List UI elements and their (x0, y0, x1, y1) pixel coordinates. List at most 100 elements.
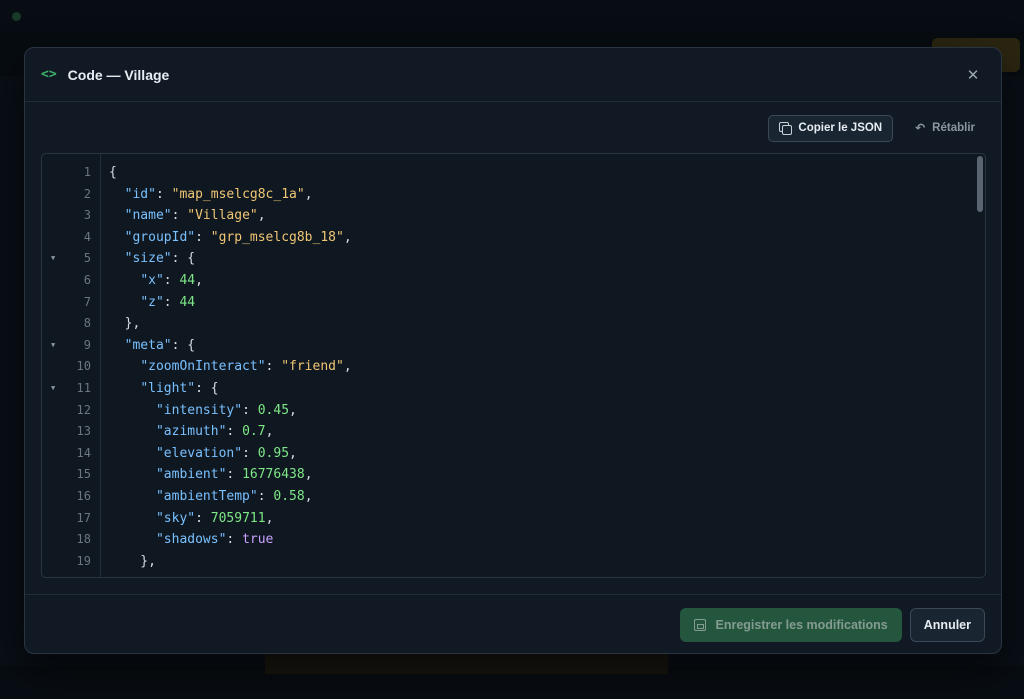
code-token: : (195, 229, 211, 245)
code-token: "intensity" (155, 402, 243, 418)
code-line: "meta": { (109, 335, 985, 357)
fold-arrow-icon[interactable]: ▼ (51, 248, 55, 270)
code-line: "groupId": "grp_mselcg8b_18", (109, 227, 985, 249)
code-line: }, (109, 551, 985, 573)
copy-json-button[interactable]: Copier le JSON (768, 114, 894, 142)
code-token: , (343, 359, 352, 375)
code-token: : (163, 294, 180, 310)
code-token: "shadows" (155, 532, 227, 548)
code-token: "sky" (155, 510, 196, 526)
copy-icon (779, 122, 793, 135)
save-changes-button[interactable]: Enregistrer les modifications (680, 607, 902, 642)
code-token: "z" (140, 294, 164, 310)
line-number-text: 10 (76, 359, 91, 374)
code-token: : (242, 402, 258, 418)
json-code-editor[interactable]: 1 2 3 4 ▼ 5 6 7 8 ▼ 9 10 ▼ 11 12 13 14 15 16 17 18 19 { "id":… (41, 153, 986, 578)
save-icon (694, 618, 707, 631)
code-line: "light": { (109, 378, 985, 400)
code-line: "azimuth": 0.7, (109, 421, 985, 443)
code-icon: <> (41, 67, 57, 82)
code-token: "Village" (187, 208, 258, 224)
line-number: ▼ 5 (42, 248, 100, 270)
line-number-text: 11 (76, 380, 91, 395)
code-token: 0.58 (273, 488, 305, 504)
undo-icon: ↶ (915, 121, 926, 135)
close-icon: ✕ (966, 66, 980, 84)
code-token: "elevation" (155, 445, 243, 461)
line-number: 14 (42, 443, 100, 465)
code-token: , (289, 402, 297, 418)
fold-arrow-icon[interactable]: ▼ (51, 378, 55, 400)
code-modal: <> Code — Village ✕ Copier le JSON ↶ Rét… (24, 47, 1002, 654)
code-token: 0.7 (242, 424, 266, 440)
code-token: , (289, 445, 297, 461)
code-content[interactable]: { "id": "map_mselcg8c_1a", "name": "Vill… (101, 154, 985, 577)
code-token: 16776438 (242, 467, 305, 483)
code-line: }, (109, 313, 985, 335)
line-number: 4 (42, 227, 100, 249)
code-token: }, (109, 316, 141, 332)
line-number-text: 1 (83, 165, 91, 179)
line-number: 17 (42, 508, 100, 530)
code-token: : (242, 445, 258, 461)
code-line: "intensity": 0.45, (109, 400, 985, 422)
code-token: "azimuth" (155, 424, 227, 440)
line-number-text: 9 (83, 337, 91, 352)
code-line: "size": { (109, 248, 985, 270)
line-number: 19 (42, 551, 100, 573)
code-line: "name": "Village", (109, 205, 985, 227)
code-token: 7059711 (210, 510, 266, 526)
line-number-text: 15 (76, 467, 91, 482)
code-line: "ambient": 16776438, (109, 464, 985, 486)
cancel-button[interactable]: Annuler (909, 607, 985, 642)
code-token: : (226, 532, 243, 548)
code-line: "sky": 7059711, (109, 508, 985, 530)
line-number-text: 17 (76, 510, 91, 525)
code-token: : (195, 510, 211, 526)
code-token: "x" (140, 272, 164, 288)
copy-json-label: Copier le JSON (798, 122, 883, 134)
line-number-text: 2 (83, 186, 91, 201)
line-number-text: 13 (76, 424, 91, 439)
editor-scrollbar[interactable] (977, 156, 983, 212)
code-token: "name" (124, 208, 172, 224)
code-token: "meta" (124, 337, 172, 353)
code-token: 44 (179, 294, 196, 310)
code-token: : (226, 424, 243, 440)
line-number: 7 (42, 292, 100, 314)
line-number: 16 (42, 486, 100, 508)
code-token: : (155, 186, 172, 202)
line-number: 10 (42, 356, 100, 378)
code-token: : { (171, 251, 196, 267)
line-number-text: 8 (83, 316, 91, 331)
code-token: , (257, 208, 266, 224)
line-number: 15 (42, 464, 100, 486)
line-number-text: 14 (76, 445, 91, 460)
code-token: , (304, 186, 313, 202)
close-button[interactable]: ✕ (961, 63, 985, 87)
line-number: ▼ 9 (42, 335, 100, 357)
line-number: 18 (42, 529, 100, 551)
fold-arrow-icon[interactable]: ▼ (51, 335, 55, 357)
line-number: 6 (42, 270, 100, 292)
code-token: , (195, 272, 203, 288)
code-token: , (265, 424, 274, 440)
code-token: : { (195, 380, 219, 396)
modal-title: Code — Village (67, 66, 170, 83)
reset-button[interactable]: ↶ Rétablir (905, 115, 985, 142)
line-number: 2 (42, 184, 100, 206)
line-number-text: 18 (76, 532, 91, 547)
code-token: , (265, 510, 274, 526)
code-line: "elevation": 0.95, (109, 443, 985, 465)
code-token: , (304, 467, 313, 483)
